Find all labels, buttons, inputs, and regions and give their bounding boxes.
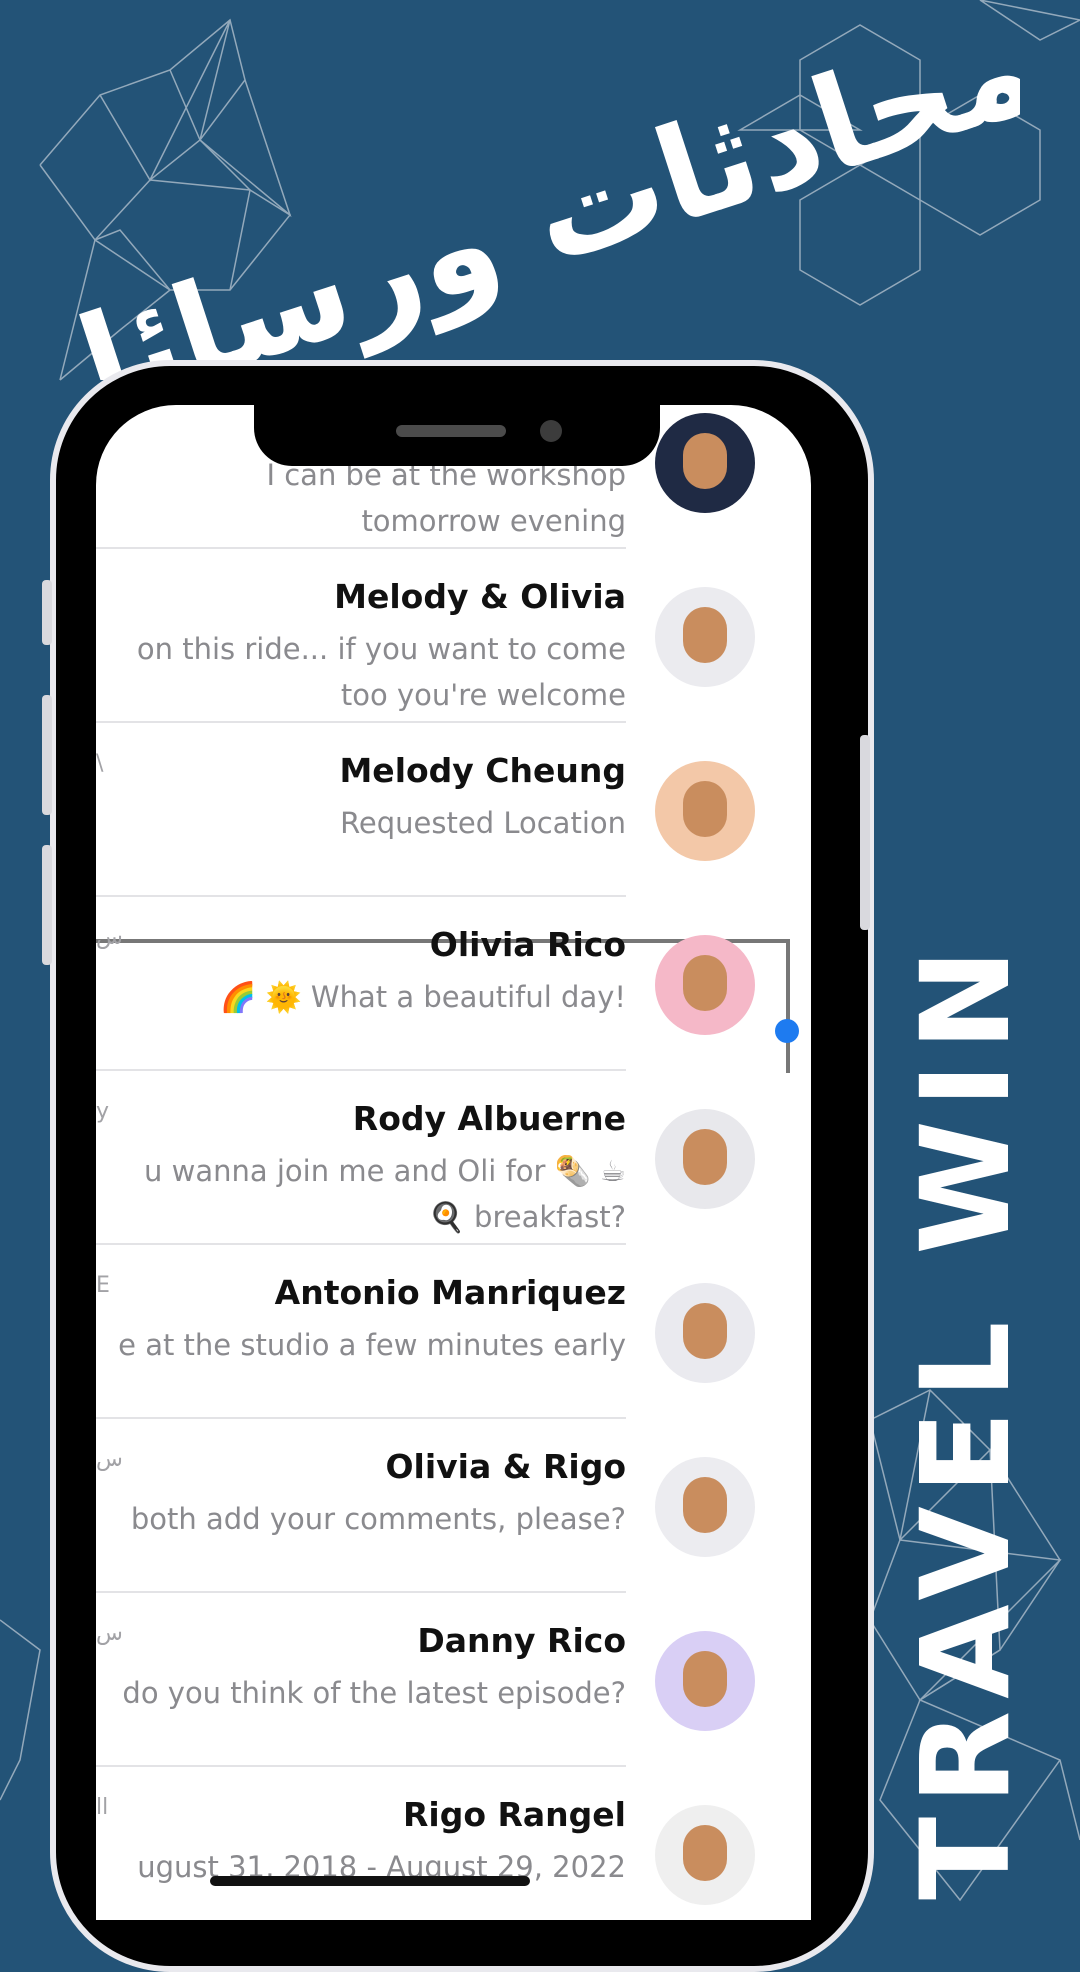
message-preview: e at the studio a few minutes early: [118, 1328, 626, 1362]
poster-headline: محادثات ورسائل: [40, 40, 1020, 380]
conversation-row[interactable]: \ Melody Cheung Requested Location: [96, 723, 811, 897]
group-avatar[interactable]: [655, 1457, 755, 1557]
svg-text:محادثات ورسائل: محادثات ورسائل: [40, 40, 1020, 380]
contact-name: Olivia Rico: [429, 925, 626, 964]
memoji-avatar[interactable]: [655, 1631, 755, 1731]
conversation-row[interactable]: Melody & Olivia on this ride... if you wa…: [96, 549, 811, 723]
contact-name: Rigo Rangel: [403, 1795, 626, 1834]
conversation-row[interactable]: y Rody Albuerne u wanna join me and Oli fo…: [96, 1071, 811, 1245]
home-indicator[interactable]: [210, 1876, 530, 1886]
group-avatar[interactable]: [655, 587, 755, 687]
conversation-row[interactable]: ll Rigo Rangel ugust 31, 2018 - August 29,…: [96, 1767, 811, 1920]
memoji-avatar[interactable]: [655, 1805, 755, 1905]
avatar-face-icon: [683, 433, 727, 489]
avatar-face-icon: [683, 1477, 727, 1533]
front-camera: [540, 420, 562, 442]
contact-name: Antonio Manriquez: [274, 1273, 626, 1312]
conversation-time: س: [96, 1447, 123, 1472]
conversation-time: ll: [96, 1795, 109, 1820]
avatar-face-icon: [683, 781, 727, 837]
memoji-avatar[interactable]: [655, 935, 755, 1035]
memoji-avatar[interactable]: [655, 1109, 755, 1209]
phone-volume-down: [42, 845, 52, 965]
conversation-time: E: [96, 1273, 110, 1298]
memoji-avatar[interactable]: [655, 1283, 755, 1383]
message-preview: 🌈 🌞 What a beautiful day!: [220, 980, 626, 1014]
avatar-face-icon: [683, 607, 727, 663]
unread-indicator: [775, 1019, 799, 1043]
contact-name: Melody Cheung: [339, 751, 626, 790]
avatar-face-icon: [683, 1651, 727, 1707]
avatar-face-icon: [683, 955, 727, 1011]
message-preview: on this ride... if you want to come too …: [136, 632, 626, 712]
message-preview: Requested Location: [340, 806, 626, 840]
phone-volume-up: [42, 695, 52, 815]
phone-speaker: [396, 425, 506, 437]
conversation-time: س: [96, 1621, 123, 1646]
avatar-face-icon: [683, 1129, 727, 1185]
message-preview: both add your comments, please?: [130, 1502, 626, 1536]
conversation-row[interactable]: س Danny Rico do you think of the latest ep…: [96, 1593, 811, 1767]
avatar-face-icon: [683, 1825, 727, 1881]
phone-side-button: [42, 580, 52, 645]
message-preview: do you think of the latest episode?: [122, 1676, 626, 1710]
conversation-time: V: [96, 405, 112, 428]
conversation-row[interactable]: س Olivia Rico 🌈 🌞 What a beautiful day!: [96, 897, 811, 1071]
conversation-row[interactable]: س Olivia & Rigo both add your comments, pl…: [96, 1419, 811, 1593]
contact-name: Danny Rico: [417, 1621, 626, 1660]
phone-power-button: [860, 735, 870, 930]
conversation-row[interactable]: E Antonio Manriquez e at the studio a few …: [96, 1245, 811, 1419]
conversation-time: س: [96, 925, 123, 950]
conversation-time: y: [96, 1099, 110, 1124]
avatar-face-icon: [683, 1303, 727, 1359]
message-preview: u wanna join me and Oli for 🌯 ☕ 🍳 breakf…: [144, 1154, 626, 1234]
brand-vertical-title: TRAVEL WIN: [895, 936, 1037, 1900]
messages-screen: VTeam ZoetropeI can be at the workshop t…: [96, 405, 811, 1920]
memoji-avatar[interactable]: [655, 761, 755, 861]
contact-name: Melody & Olivia: [334, 577, 626, 616]
team-zoetrope-avatar[interactable]: [655, 413, 755, 513]
contact-name: Rody Albuerne: [352, 1099, 626, 1138]
conversation-time: \: [96, 751, 104, 776]
contact-name: Olivia & Rigo: [385, 1447, 626, 1486]
